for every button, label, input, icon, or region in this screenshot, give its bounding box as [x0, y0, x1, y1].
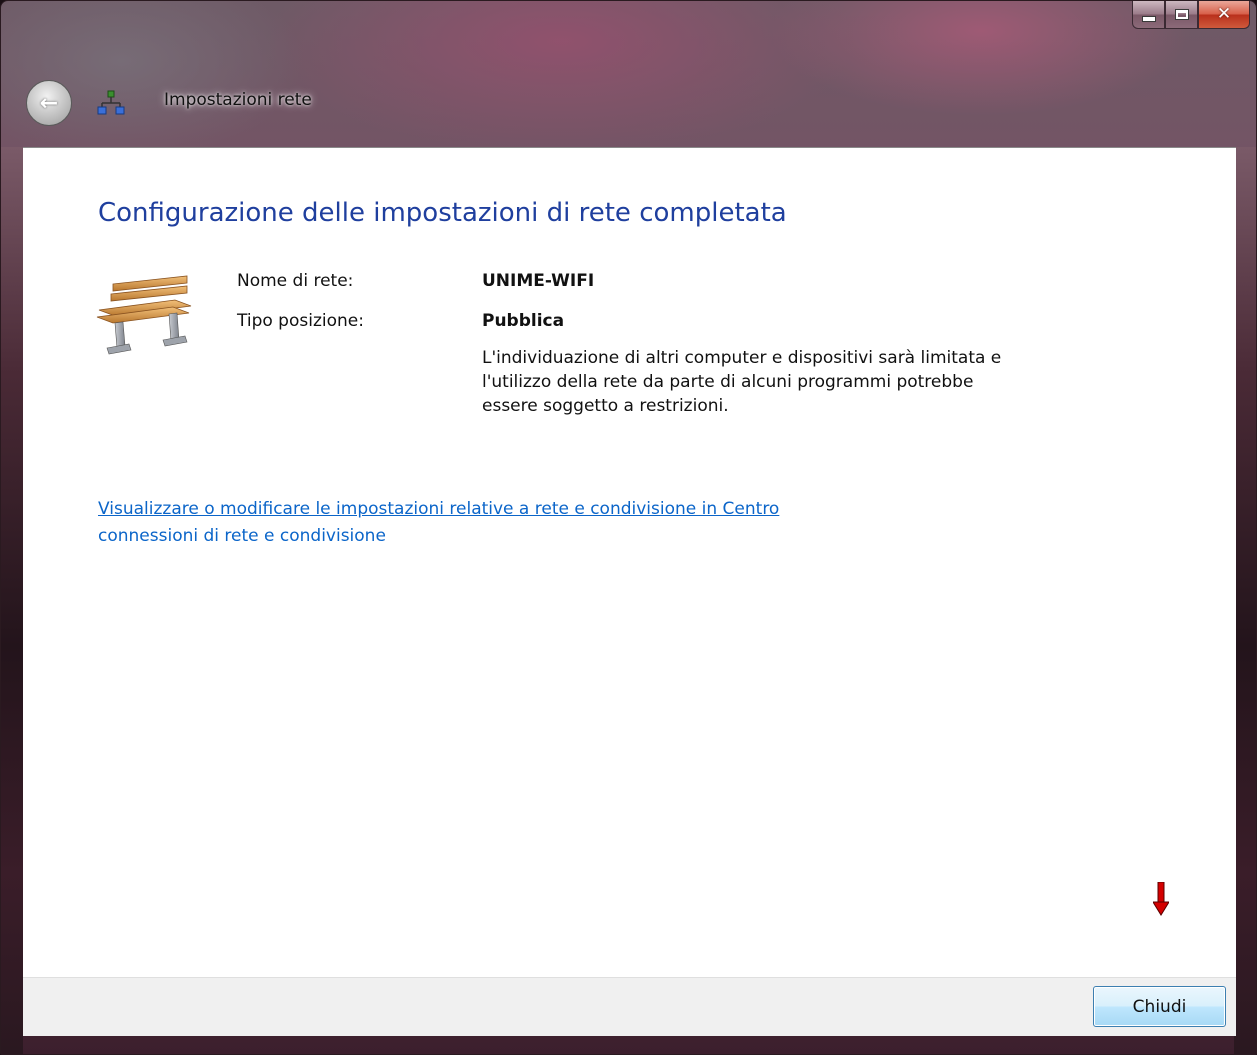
window-title: Impostazioni rete	[164, 90, 312, 110]
park-bench-icon	[96, 275, 192, 355]
content-panel: Configurazione delle impostazioni di ret…	[23, 147, 1236, 978]
network-icon	[97, 90, 125, 115]
location-type-value: Pubblica	[482, 311, 565, 331]
red-down-arrow-icon	[1153, 882, 1169, 916]
network-name-value: UNIME-WIFI	[482, 271, 595, 291]
maximize-icon	[1174, 9, 1189, 20]
location-description: L'individuazione di altri computer e dis…	[482, 348, 1002, 416]
network-settings-window: ✕ ← Impostazioni rete Configurazione del…	[0, 0, 1257, 1055]
dialog-footer: Chiudi	[23, 977, 1236, 1036]
page-heading: Configurazione delle impostazioni di ret…	[98, 198, 787, 228]
settings-link-line1[interactable]: Visualizzare o modificare le impostazion…	[98, 499, 779, 519]
network-sharing-center-link[interactable]: Visualizzare o modificare le impostazion…	[98, 496, 998, 550]
caption-buttons: ✕	[1132, 1, 1250, 31]
close-icon: ✕	[1216, 4, 1232, 24]
location-type-label: Tipo posizione:	[237, 311, 364, 331]
back-button[interactable]: ←	[26, 80, 72, 126]
close-window-button[interactable]: ✕	[1198, 1, 1250, 29]
window-frame-right	[1234, 147, 1256, 1054]
network-name-label: Nome di rete:	[237, 271, 354, 291]
close-button[interactable]: Chiudi	[1093, 986, 1226, 1027]
back-arrow-icon: ←	[39, 90, 59, 116]
window-frame-left	[1, 147, 23, 1054]
settings-link-line2[interactable]: connessioni di rete e condivisione	[98, 526, 386, 546]
minimize-button[interactable]	[1132, 1, 1165, 29]
minimize-icon	[1141, 15, 1156, 22]
maximize-button[interactable]	[1165, 1, 1198, 29]
